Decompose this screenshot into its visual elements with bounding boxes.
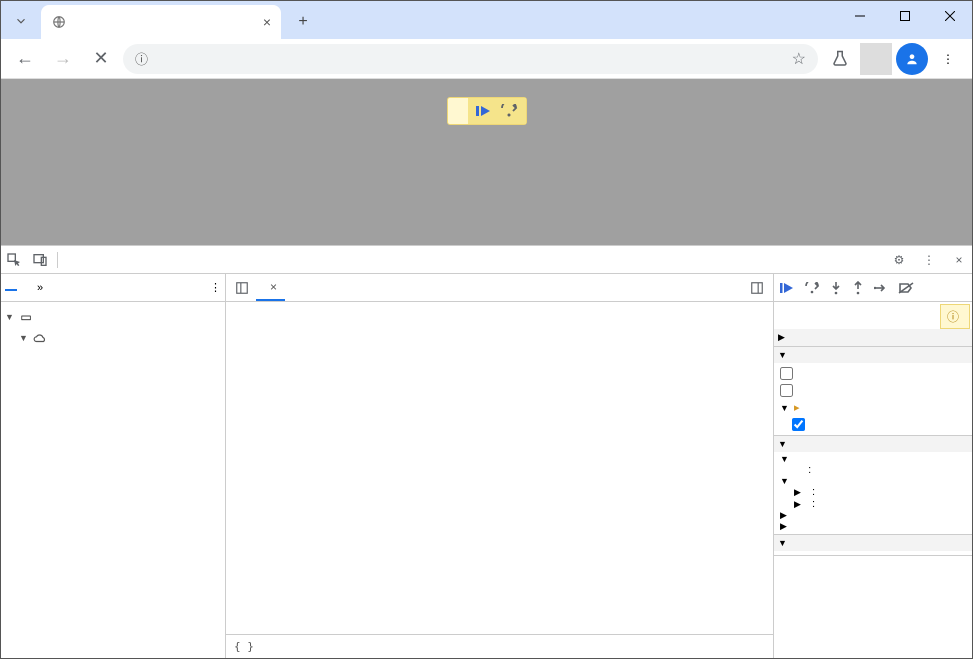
tab-close-icon[interactable]: × [263,14,271,30]
device-toolbar-icon[interactable] [27,247,53,273]
paused-overlay [447,97,527,125]
devtools-panel: ⚙ ⋮ × » ⋮ ▼ ▭ ▼ [1,245,972,658]
toggle-sidebar-icon[interactable] [745,276,769,300]
forward-button: → [47,43,79,75]
labs-icon[interactable] [824,43,856,75]
scope-local[interactable]: ▼ [780,476,966,486]
bookmark-icon[interactable]: ☆ [792,49,806,69]
breakpoint-file[interactable]: ▼▸ [774,399,972,416]
address-bar: ← → ✕ ⓘ ☆ ⋮ [1,39,972,79]
tree-origin[interactable]: ▼ [1,327,225,348]
js-file-icon: ▸ [794,401,800,414]
window-minimize-button[interactable] [837,1,882,31]
debugger-panel: ⓘ ▶ ▼ ▼▸ ▼ ▼ : ▼ [774,274,972,658]
sources-navigator: » ⋮ ▼ ▭ ▼ [1,274,226,658]
chrome-menu-button[interactable]: ⋮ [932,43,964,75]
back-button[interactable]: ← [9,43,41,75]
debugger-toolbar [774,274,972,302]
step-over-button[interactable] [804,282,820,294]
code-area[interactable] [226,302,773,634]
overlay-resume-button[interactable] [476,104,492,118]
stop-reload-button[interactable]: ✕ [85,43,117,75]
section-callstack[interactable]: ▼ [774,535,972,551]
resume-button[interactable] [780,282,794,294]
subtab-workspace[interactable] [21,286,33,290]
devtools-more-icon[interactable]: ⋮ [916,247,942,273]
toggle-navigator-icon[interactable] [230,276,254,300]
section-scope[interactable]: ▼ [774,436,972,452]
scope-obj[interactable]: ▶: [780,498,966,510]
navigator-menu-icon[interactable]: ⋮ [210,281,221,294]
info-icon: ⓘ [947,308,959,325]
tree-top[interactable]: ▼ ▭ [1,306,225,327]
scope-global[interactable]: ▶ [780,521,966,532]
paused-reason: ⓘ [940,304,970,329]
scope-this[interactable]: ▶: [780,486,966,498]
tab-favicon [51,14,67,30]
window-maximize-button[interactable] [882,1,927,31]
window-titlebar: × + [1,1,972,39]
profile-button[interactable] [896,43,928,75]
tab-search-button[interactable] [9,9,33,33]
url-input[interactable]: ⓘ ☆ [123,44,818,74]
inspect-element-icon[interactable] [1,247,27,273]
window-icon: ▭ [19,310,33,324]
step-into-button[interactable] [830,281,842,295]
section-watch[interactable]: ▶ [774,329,972,346]
page-viewport [1,79,972,245]
editor-statusbar: { } [226,634,773,658]
deactivate-breakpoints-button[interactable] [898,282,914,294]
window-close-button[interactable] [927,1,972,31]
editor-tab[interactable]: × [256,274,285,301]
new-tab-button[interactable]: + [289,8,317,36]
site-info-icon[interactable]: ⓘ [135,49,148,68]
pause-uncaught-checkbox[interactable] [774,365,972,382]
cloud-icon [33,333,47,343]
devtools-tabbar: ⚙ ⋮ × [1,246,972,274]
section-breakpoints[interactable]: ▼ [774,347,972,363]
source-editor: × { } [226,274,774,658]
file-tree: ▼ ▭ ▼ [1,302,225,658]
devtools-settings-icon[interactable]: ⚙ [886,247,912,273]
browser-tab[interactable]: × [41,5,281,39]
subtab-page[interactable] [5,285,17,291]
scope-property: : [780,464,966,476]
overlay-step-button[interactable] [500,104,518,118]
pause-caught-checkbox[interactable] [774,382,972,399]
scope-script[interactable]: ▶ [780,510,966,521]
breakpoint-item[interactable] [774,416,972,433]
pretty-print-icon[interactable]: { } [234,640,254,653]
devtools-close-icon[interactable]: × [946,247,972,273]
scope-block[interactable]: ▼ [780,454,966,464]
subtab-more-icon[interactable]: » [37,282,43,294]
editor-tab-close-icon[interactable]: × [270,280,277,294]
step-button[interactable] [874,282,888,294]
step-out-button[interactable] [852,281,864,295]
